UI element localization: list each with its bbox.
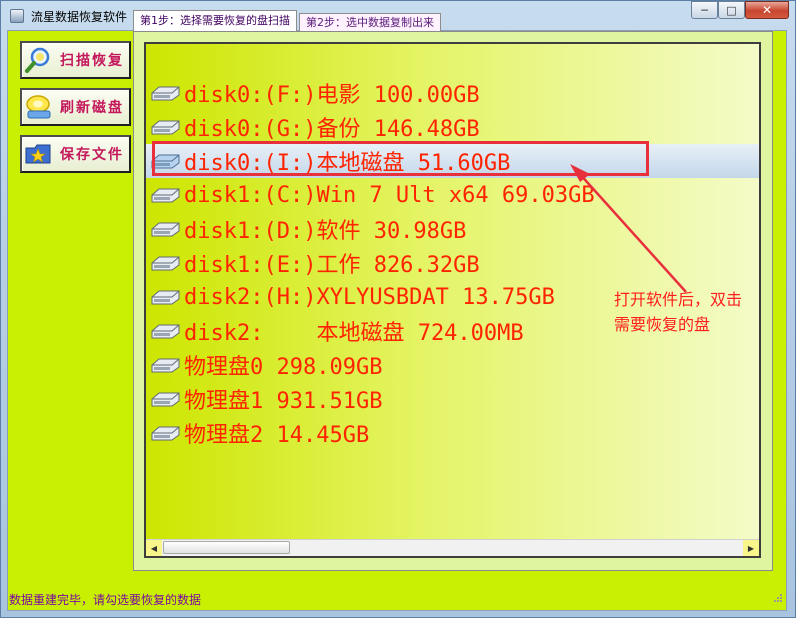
list-item[interactable]: disk1:(C:)Win 7 Ult x64 69.03GB xyxy=(146,178,759,212)
list-item[interactable]: 物理盘0 298.09GB xyxy=(146,348,759,382)
list-item[interactable]: disk1:(E:)工作 826.32GB xyxy=(146,246,759,280)
scroll-left-arrow-icon[interactable]: ◀ xyxy=(146,540,162,556)
list-item-label: disk2:(H:)XYLYUSBDAT 13.75GB xyxy=(184,284,555,310)
highlight-box xyxy=(152,141,649,176)
tab-step2[interactable]: 第2步：选中数据复制出来 xyxy=(299,13,441,31)
list-item[interactable]: disk0:(F:)电影 100.00GB xyxy=(146,76,759,110)
step-tabs: 第1步：选择需要恢复的盘扫描 第2步：选中数据复制出来 xyxy=(133,10,441,31)
list-item-label: disk2: 本地磁盘 724.00MB xyxy=(184,321,524,346)
tab-step1[interactable]: 第1步：选择需要恢复的盘扫描 xyxy=(133,10,297,31)
window-controls: ─ □ ✕ xyxy=(691,1,789,21)
hard-drive-icon xyxy=(151,86,180,101)
list-item-label: 物理盘2 14.45GB xyxy=(184,423,370,448)
sidebar-item-label: 刷新磁盘 xyxy=(60,100,124,116)
scroll-thumb[interactable] xyxy=(163,541,290,554)
list-item[interactable]: 物理盘2 14.45GB xyxy=(146,416,759,450)
list-item-label: 物理盘0 298.09GB xyxy=(184,355,383,380)
hard-drive-icon xyxy=(151,358,180,373)
hard-drive-icon xyxy=(151,392,180,407)
status-text: 数据重建完毕，请勾选要恢复的数据 xyxy=(9,593,202,607)
refresh-disk-button[interactable]: 刷新磁盘 xyxy=(20,88,131,126)
list-item-label: disk1:(C:)Win 7 Ult x64 69.03GB xyxy=(184,182,595,208)
scroll-right-arrow-icon[interactable]: ▶ xyxy=(743,540,759,556)
resize-grip-icon[interactable] xyxy=(773,593,783,603)
maximize-button[interactable]: □ xyxy=(718,1,745,19)
list-item-label: disk1:(D:)软件 30.98GB xyxy=(184,219,467,244)
list-item[interactable]: 物理盘1 931.51GB xyxy=(146,382,759,416)
hard-drive-icon xyxy=(151,426,180,441)
list-item-label: disk0:(F:)电影 100.00GB xyxy=(184,83,480,108)
folder-star-icon xyxy=(24,140,54,168)
hard-drive-icon xyxy=(151,290,180,305)
magnifier-icon xyxy=(24,46,54,74)
minimize-button[interactable]: ─ xyxy=(691,1,718,19)
hard-drive-icon xyxy=(151,324,180,339)
status-bar: 数据重建完毕，请勾选要恢复的数据 xyxy=(7,590,789,611)
list-item[interactable]: disk1:(D:)软件 30.98GB xyxy=(146,212,759,246)
list-item-label: 物理盘1 931.51GB xyxy=(184,389,383,414)
hard-drive-icon xyxy=(151,120,180,135)
list-item[interactable]: disk0:(G:)备份 146.48GB xyxy=(146,110,759,144)
list-item-label: disk1:(E:)工作 826.32GB xyxy=(184,253,480,278)
annotation-line: 打开软件后，双击 xyxy=(614,290,743,309)
save-file-button[interactable]: 保存文件 xyxy=(20,135,131,173)
sidebar-item-label: 扫描恢复 xyxy=(60,53,124,69)
hard-drive-icon xyxy=(151,222,180,237)
annotation-text: 打开软件后，双击 需要恢复的盘 xyxy=(614,287,774,337)
horizontal-scrollbar[interactable]: ◀ ▶ xyxy=(146,539,759,556)
annotation-line: 需要恢复的盘 xyxy=(614,315,711,334)
sidebar-item-label: 保存文件 xyxy=(60,147,124,163)
hard-drive-icon xyxy=(151,188,180,203)
hard-drive-icon xyxy=(151,256,180,271)
scan-recover-button[interactable]: 扫描恢复 xyxy=(20,41,131,79)
list-item-label: disk0:(G:)备份 146.48GB xyxy=(184,117,480,142)
close-button[interactable]: ✕ xyxy=(745,1,789,19)
app-icon xyxy=(10,9,24,23)
disk-refresh-icon xyxy=(24,93,54,121)
